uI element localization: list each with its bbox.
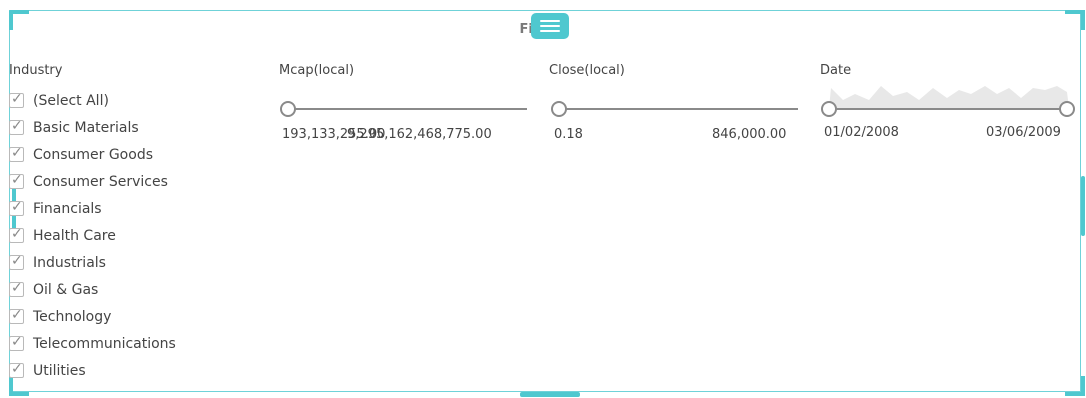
date-sparkline <box>829 86 1069 108</box>
slider-track[interactable] <box>558 108 798 110</box>
checkbox-checked-icon[interactable] <box>9 280 24 297</box>
resize-handle-bottom[interactable] <box>520 392 580 397</box>
resize-handle-right[interactable] <box>1081 176 1085 236</box>
drag-handle-icon[interactable] <box>531 13 569 39</box>
slider-min-handle[interactable] <box>280 101 296 117</box>
checkbox-label: Basic Materials <box>33 119 139 136</box>
checkbox-label: Consumer Goods <box>33 146 153 163</box>
checkbox-label: Utilities <box>33 362 86 379</box>
slider-min-handle[interactable] <box>821 101 837 117</box>
checkbox-label: Consumer Services <box>33 173 168 190</box>
checkbox-checked-icon[interactable] <box>9 361 24 378</box>
checkbox-checked-icon[interactable] <box>9 253 24 270</box>
checkbox-label: Telecommunications <box>33 335 176 352</box>
date-label: Date <box>820 63 852 78</box>
checkbox-item-basic-materials[interactable]: Basic Materials <box>9 114 176 141</box>
resize-handle-bottom-right[interactable] <box>1065 376 1085 396</box>
slider-track[interactable] <box>287 108 527 110</box>
checkbox-item-health-care[interactable]: Health Care <box>9 222 176 249</box>
checkbox-item-oil-gas[interactable]: Oil & Gas <box>9 276 176 303</box>
checkbox-checked-icon[interactable] <box>9 118 24 135</box>
checkbox-item-telecommunications[interactable]: Telecommunications <box>9 330 176 357</box>
close-max-value: 846,000.00 <box>712 127 787 142</box>
checkbox-checked-icon[interactable] <box>9 91 24 108</box>
close-label: Close(local) <box>549 63 625 78</box>
checkbox-item-utilities[interactable]: Utilities <box>9 357 176 384</box>
slider-track[interactable] <box>829 108 1067 110</box>
checkbox-item-select-all[interactable]: (Select All) <box>9 87 176 114</box>
slider-max-handle[interactable] <box>1059 101 1075 117</box>
close-min-value: 0.18 <box>554 127 583 142</box>
checkbox-checked-icon[interactable] <box>9 145 24 162</box>
mcap-label: Mcap(local) <box>279 63 355 78</box>
date-min-value: 01/02/2008 <box>824 125 899 140</box>
slider-min-handle[interactable] <box>551 101 567 117</box>
mcap-max-value: 9,295,162,468,775.00 <box>347 127 492 142</box>
checkbox-label: Technology <box>33 308 112 325</box>
filters-panel: Filters Industry (Select All) Basic Mate… <box>0 0 1086 398</box>
checkbox-item-financials[interactable]: Financials <box>9 195 176 222</box>
checkbox-item-industrials[interactable]: Industrials <box>9 249 176 276</box>
checkbox-item-technology[interactable]: Technology <box>9 303 176 330</box>
checkbox-item-consumer-goods[interactable]: Consumer Goods <box>9 141 176 168</box>
checkbox-item-consumer-services[interactable]: Consumer Services <box>9 168 176 195</box>
checkbox-checked-icon[interactable] <box>9 334 24 351</box>
checkbox-checked-icon[interactable] <box>9 199 24 216</box>
checkbox-label: Financials <box>33 200 102 217</box>
checkbox-checked-icon[interactable] <box>9 307 24 324</box>
checkbox-label: Health Care <box>33 227 116 244</box>
checkbox-checked-icon[interactable] <box>9 226 24 243</box>
checkbox-label: (Select All) <box>33 92 109 109</box>
industry-checkbox-list: (Select All) Basic Materials Consumer Go… <box>9 87 176 384</box>
checkbox-label: Oil & Gas <box>33 281 99 298</box>
date-max-value: 03/06/2009 <box>986 125 1061 140</box>
checkbox-checked-icon[interactable] <box>9 172 24 189</box>
industry-label: Industry <box>9 63 63 78</box>
checkbox-label: Industrials <box>33 254 106 271</box>
